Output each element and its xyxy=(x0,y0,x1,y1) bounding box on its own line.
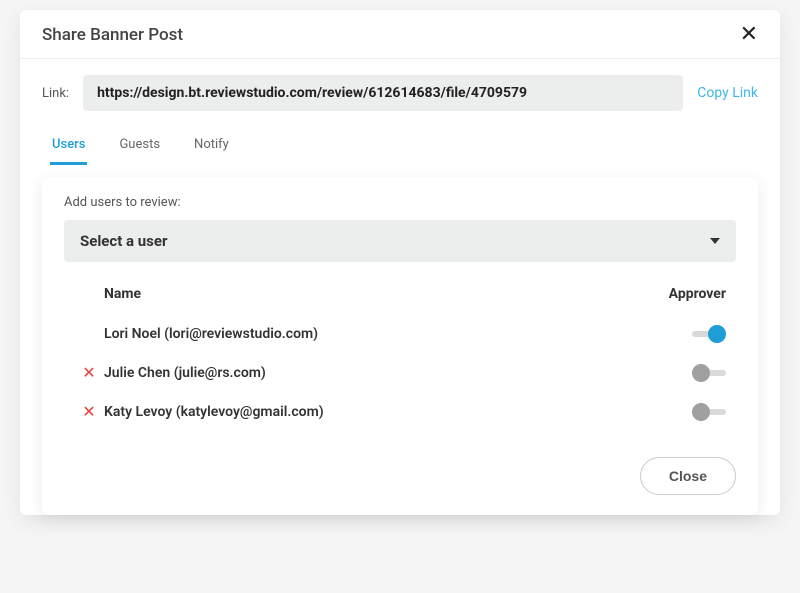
link-label: Link: xyxy=(42,86,69,101)
user-row: ✕ Julie Chen (julie@rs.com) xyxy=(64,353,736,392)
tab-guests[interactable]: Guests xyxy=(117,129,162,165)
user-row: ✕ Katy Levoy (katylevoy@gmail.com) xyxy=(64,392,736,431)
dialog-header: Share Banner Post ✕ xyxy=(20,10,780,59)
remove-user-placeholder: ✕ xyxy=(74,324,104,343)
tabs: Users Guests Notify xyxy=(20,121,780,165)
user-name: Julie Chen (julie@rs.com) xyxy=(104,365,646,381)
approver-toggle[interactable] xyxy=(692,325,726,343)
link-row: Link: https://design.bt.reviewstudio.com… xyxy=(20,59,780,121)
user-name: Katy Levoy (katylevoy@gmail.com) xyxy=(104,404,646,420)
close-icon[interactable]: ✕ xyxy=(740,24,758,46)
user-select-placeholder: Select a user xyxy=(80,232,167,250)
tab-notify[interactable]: Notify xyxy=(192,129,231,165)
users-panel: Add users to review: Select a user Name … xyxy=(42,177,758,515)
chevron-down-icon xyxy=(710,238,720,244)
column-name: Name xyxy=(104,286,646,302)
user-table-header: Name Approver xyxy=(64,286,736,314)
remove-user-button[interactable]: ✕ xyxy=(74,402,104,421)
user-name: Lori Noel (lori@reviewstudio.com) xyxy=(104,326,646,342)
user-select[interactable]: Select a user xyxy=(64,220,736,262)
copy-link-button[interactable]: Copy Link xyxy=(697,85,758,101)
panel-footer: Close xyxy=(64,457,736,495)
dialog-title: Share Banner Post xyxy=(42,25,183,45)
link-url-field[interactable]: https://design.bt.reviewstudio.com/revie… xyxy=(83,75,683,111)
column-approver: Approver xyxy=(646,286,726,302)
approver-toggle[interactable] xyxy=(692,403,726,421)
close-button[interactable]: Close xyxy=(640,457,736,495)
add-users-label: Add users to review: xyxy=(64,195,736,210)
approver-toggle[interactable] xyxy=(692,364,726,382)
tab-users[interactable]: Users xyxy=(50,129,87,165)
remove-user-button[interactable]: ✕ xyxy=(74,363,104,382)
share-dialog: Share Banner Post ✕ Link: https://design… xyxy=(20,10,780,515)
user-row: ✕ Lori Noel (lori@reviewstudio.com) xyxy=(64,314,736,353)
